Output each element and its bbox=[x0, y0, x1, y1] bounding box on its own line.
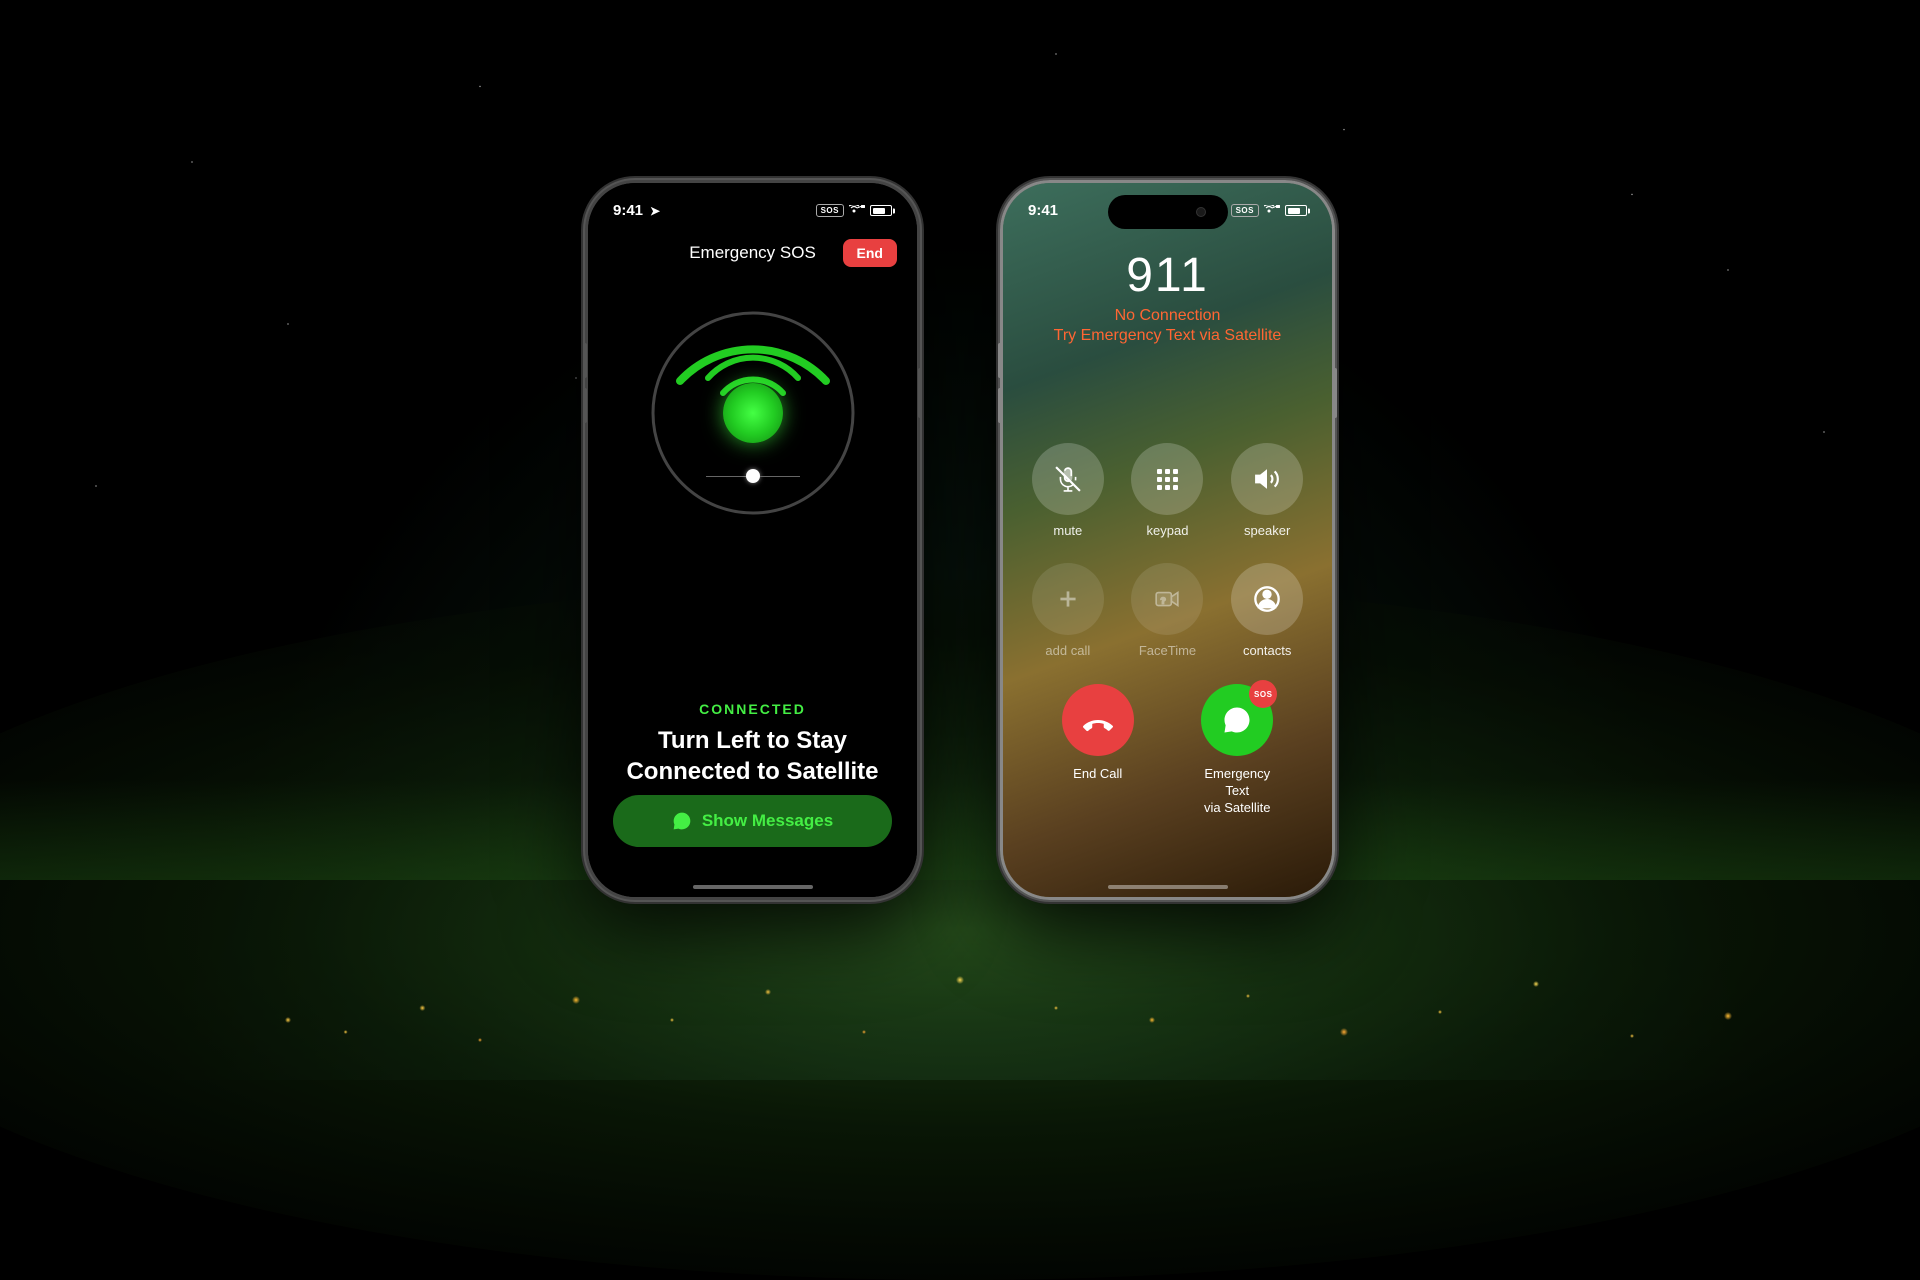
line-right bbox=[760, 476, 800, 477]
battery-fill-right bbox=[1288, 208, 1301, 214]
show-messages-button[interactable]: Show Messages bbox=[613, 795, 892, 847]
emergency-text-circle: SOS bbox=[1201, 684, 1273, 756]
left-header: Emergency SOS End bbox=[588, 243, 917, 263]
power-button[interactable] bbox=[918, 368, 922, 418]
volume-up-button-right[interactable] bbox=[998, 343, 1002, 378]
add-call-control[interactable]: add call bbox=[1028, 563, 1108, 658]
indicator-line bbox=[706, 469, 800, 483]
phone-right: 9:41 SOS 91 bbox=[1000, 180, 1335, 900]
battery-fill-left bbox=[873, 208, 886, 214]
signal-dot bbox=[723, 383, 783, 443]
mute-icon bbox=[1055, 466, 1081, 492]
facetime-icon: ? bbox=[1154, 586, 1180, 612]
contacts-icon bbox=[1253, 585, 1281, 613]
try-satellite-label: Try Emergency Text via Satellite bbox=[1003, 327, 1332, 345]
mute-label: mute bbox=[1053, 523, 1082, 538]
speaker-circle bbox=[1231, 443, 1303, 515]
emergency-text-icon bbox=[1222, 705, 1252, 735]
volume-down-button-right[interactable] bbox=[998, 388, 1002, 423]
call-number: 911 bbox=[1003, 248, 1332, 303]
keypad-circle bbox=[1131, 443, 1203, 515]
status-bar-left: 9:41 ➤ SOS bbox=[588, 183, 917, 238]
speaker-label: speaker bbox=[1244, 523, 1290, 538]
phone-right-screen: 9:41 SOS 91 bbox=[1003, 183, 1332, 897]
action-buttons: End Call SOS Emergency Textvia Satellite bbox=[1028, 684, 1307, 817]
volume-up-button[interactable] bbox=[583, 343, 587, 378]
sos-badge-left: SOS bbox=[816, 204, 844, 217]
indicator-dot bbox=[746, 469, 760, 483]
battery-icon-right bbox=[1285, 205, 1307, 216]
direction-text: Turn Left to StayConnected to Satellite bbox=[588, 725, 917, 787]
keypad-icon bbox=[1157, 469, 1178, 490]
phone-left-screen: 9:41 ➤ SOS bbox=[588, 183, 917, 897]
sos-badge-emergency: SOS bbox=[1249, 680, 1277, 708]
emergency-text-action[interactable]: SOS Emergency Textvia Satellite bbox=[1192, 684, 1282, 817]
contacts-circle bbox=[1231, 563, 1303, 635]
add-call-label: add call bbox=[1045, 643, 1090, 658]
end-call-action[interactable]: End Call bbox=[1053, 684, 1143, 783]
speaker-control[interactable]: speaker bbox=[1227, 443, 1307, 538]
time-text-left: 9:41 bbox=[613, 202, 643, 219]
mute-control[interactable]: mute bbox=[1028, 443, 1108, 538]
show-messages-text: Show Messages bbox=[702, 811, 833, 831]
location-arrow-left: ➤ bbox=[650, 204, 660, 218]
volume-down-button[interactable] bbox=[583, 388, 587, 423]
facetime-label: FaceTime bbox=[1139, 643, 1196, 658]
status-icons-right: SOS bbox=[1231, 204, 1307, 217]
phones-container: 9:41 ➤ SOS bbox=[0, 0, 1920, 1080]
mute-circle bbox=[1032, 443, 1104, 515]
emergency-sos-title: Emergency SOS bbox=[689, 243, 816, 263]
battery-icon-left bbox=[870, 205, 892, 216]
time-text-right: 9:41 bbox=[1028, 202, 1058, 219]
phone-left: 9:41 ➤ SOS bbox=[585, 180, 920, 900]
end-call-icon bbox=[1083, 705, 1113, 735]
status-time-right: 9:41 bbox=[1028, 202, 1058, 219]
contacts-control[interactable]: contacts bbox=[1227, 563, 1307, 658]
facetime-circle: ? bbox=[1131, 563, 1203, 635]
satellite-visualization bbox=[643, 303, 863, 523]
status-time-left: 9:41 ➤ bbox=[613, 202, 660, 219]
end-button-left[interactable]: End bbox=[843, 239, 897, 267]
end-call-circle bbox=[1062, 684, 1134, 756]
end-call-label: End Call bbox=[1073, 766, 1122, 783]
home-indicator-right bbox=[1108, 885, 1228, 889]
line-left bbox=[706, 476, 746, 477]
status-icons-left: SOS bbox=[816, 204, 892, 217]
svg-text:?: ? bbox=[1161, 595, 1166, 605]
satellite-icon-right bbox=[1264, 205, 1280, 217]
satellite-icon-left bbox=[849, 205, 865, 217]
no-connection-label: No Connection bbox=[1003, 307, 1332, 325]
keypad-label: keypad bbox=[1147, 523, 1189, 538]
dynamic-island bbox=[1108, 195, 1228, 229]
add-call-circle bbox=[1032, 563, 1104, 635]
right-header: 911 No Connection Try Emergency Text via… bbox=[1003, 248, 1332, 345]
call-controls-grid: mute keypad bbox=[1028, 443, 1307, 658]
message-bubble-icon bbox=[672, 811, 692, 831]
facetime-control[interactable]: ? FaceTime bbox=[1128, 563, 1208, 658]
contacts-label: contacts bbox=[1243, 643, 1291, 658]
sos-badge-right: SOS bbox=[1231, 204, 1259, 217]
home-indicator-left bbox=[693, 885, 813, 889]
keypad-control[interactable]: keypad bbox=[1128, 443, 1208, 538]
camera-dot bbox=[1196, 207, 1206, 217]
connected-label: CONNECTED bbox=[588, 701, 917, 717]
speaker-icon bbox=[1254, 466, 1280, 492]
emergency-text-label: Emergency Textvia Satellite bbox=[1192, 766, 1282, 817]
power-button-right[interactable] bbox=[1333, 368, 1337, 418]
add-call-icon bbox=[1055, 586, 1081, 612]
